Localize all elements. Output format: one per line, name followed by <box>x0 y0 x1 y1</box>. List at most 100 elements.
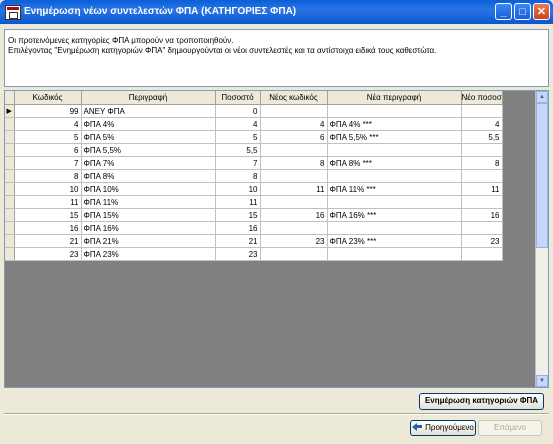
cell-description[interactable]: ΦΠΑ 5,5% <box>81 143 216 157</box>
cell-rate[interactable]: 5 <box>215 130 261 144</box>
cell-code[interactable]: 7 <box>14 156 82 170</box>
table-row[interactable]: 10 ΦΠΑ 10% 10 11 ΦΠΑ 11% *** 11 <box>5 182 503 196</box>
cell-code[interactable]: 23 <box>14 247 82 261</box>
table-row[interactable]: 6 ΦΠΑ 5,5% 5,5 <box>5 143 503 157</box>
cell-code[interactable]: 5 <box>14 130 82 144</box>
cell-rate[interactable]: 16 <box>215 221 261 235</box>
vertical-scrollbar[interactable]: ▲ ▼ <box>535 91 548 387</box>
cell-new-rate[interactable]: 11 <box>461 182 503 196</box>
close-button[interactable]: ✕ <box>533 3 550 20</box>
previous-button[interactable]: Προηγούμενο <box>410 420 476 436</box>
table-row[interactable]: 15 ΦΠΑ 15% 15 16 ΦΠΑ 16% *** 16 <box>5 208 503 222</box>
cell-new-description[interactable] <box>327 143 462 157</box>
cell-code[interactable]: 15 <box>14 208 82 222</box>
row-selector[interactable] <box>5 130 15 144</box>
column-header-rate[interactable]: Ποσοστό <box>215 91 261 105</box>
cell-code[interactable]: 21 <box>14 234 82 248</box>
cell-code[interactable]: 11 <box>14 195 82 209</box>
cell-new-rate[interactable] <box>461 247 503 261</box>
cell-new-description[interactable]: ΦΠΑ 23% *** <box>327 234 462 248</box>
cell-description[interactable]: ΦΠΑ 15% <box>81 208 216 222</box>
vat-categories-grid[interactable]: Κωδικός Περιγραφή Ποσοστό Νέος κωδικός Ν… <box>4 90 549 388</box>
cell-new-rate[interactable]: 23 <box>461 234 503 248</box>
table-row[interactable]: 21 ΦΠΑ 21% 21 23 ΦΠΑ 23% *** 23 <box>5 234 503 248</box>
cell-new-description[interactable]: ΦΠΑ 11% *** <box>327 182 462 196</box>
cell-new-description[interactable] <box>327 104 462 118</box>
row-selector[interactable] <box>5 234 15 248</box>
cell-code[interactable]: 8 <box>14 169 82 183</box>
cell-description[interactable]: ΦΠΑ 23% <box>81 247 216 261</box>
table-row[interactable]: 23 ΦΠΑ 23% 23 <box>5 247 503 261</box>
table-row[interactable]: 8 ΦΠΑ 8% 8 <box>5 169 503 183</box>
cell-rate[interactable]: 15 <box>215 208 261 222</box>
cell-code[interactable]: 4 <box>14 117 82 131</box>
cell-new-rate[interactable] <box>461 221 503 235</box>
cell-new-rate[interactable]: 5,5 <box>461 130 503 144</box>
row-selector[interactable] <box>5 169 15 183</box>
cell-new-code[interactable]: 6 <box>260 130 328 144</box>
cell-description[interactable]: ΦΠΑ 16% <box>81 221 216 235</box>
cell-new-code[interactable]: 23 <box>260 234 328 248</box>
column-header-new-description[interactable]: Νέα περιγραφή <box>327 91 462 105</box>
table-row[interactable]: ▶ 99 ΑΝΕΥ ΦΠΑ 0 <box>5 104 503 118</box>
cell-new-code[interactable] <box>260 195 328 209</box>
row-selector[interactable] <box>5 182 15 196</box>
cell-description[interactable]: ΦΠΑ 5% <box>81 130 216 144</box>
cell-code[interactable]: 16 <box>14 221 82 235</box>
cell-new-description[interactable]: ΦΠΑ 16% *** <box>327 208 462 222</box>
cell-rate[interactable]: 5,5 <box>215 143 261 157</box>
cell-new-description[interactable] <box>327 169 462 183</box>
row-selector[interactable] <box>5 247 15 261</box>
cell-new-code[interactable] <box>260 143 328 157</box>
current-row-indicator-icon[interactable]: ▶ <box>5 104 15 118</box>
cell-rate[interactable]: 8 <box>215 169 261 183</box>
row-selector[interactable] <box>5 195 15 209</box>
cell-rate[interactable]: 0 <box>215 104 261 118</box>
cell-new-code[interactable] <box>260 221 328 235</box>
table-row[interactable]: 7 ΦΠΑ 7% 7 8 ΦΠΑ 8% *** 8 <box>5 156 503 170</box>
cell-code[interactable]: 99 <box>14 104 82 118</box>
update-vat-categories-button[interactable]: Ενημέρωση κατηγοριών ΦΠΑ <box>419 393 544 410</box>
cell-new-description[interactable] <box>327 195 462 209</box>
row-selector[interactable] <box>5 221 15 235</box>
column-header-new-code[interactable]: Νέος κωδικός <box>260 91 328 105</box>
cell-new-code[interactable]: 4 <box>260 117 328 131</box>
cell-rate[interactable]: 7 <box>215 156 261 170</box>
cell-new-description[interactable]: ΦΠΑ 4% *** <box>327 117 462 131</box>
cell-code[interactable]: 10 <box>14 182 82 196</box>
cell-new-rate[interactable]: 4 <box>461 117 503 131</box>
column-header-code[interactable]: Κωδικός <box>14 91 82 105</box>
scroll-thumb[interactable] <box>536 103 548 248</box>
cell-new-rate[interactable] <box>461 143 503 157</box>
table-row[interactable]: 11 ΦΠΑ 11% 11 <box>5 195 503 209</box>
cell-new-code[interactable]: 11 <box>260 182 328 196</box>
cell-new-code[interactable] <box>260 104 328 118</box>
title-bar[interactable]: Ενημέρωση νέων συντελεστών ΦΠΑ (ΚΑΤΗΓΟΡΙ… <box>0 0 553 24</box>
cell-code[interactable]: 6 <box>14 143 82 157</box>
cell-rate[interactable]: 4 <box>215 117 261 131</box>
cell-new-description[interactable]: ΦΠΑ 8% *** <box>327 156 462 170</box>
cell-rate[interactable]: 23 <box>215 247 261 261</box>
cell-new-rate[interactable]: 8 <box>461 156 503 170</box>
cell-description[interactable]: ΦΠΑ 7% <box>81 156 216 170</box>
cell-new-code[interactable]: 8 <box>260 156 328 170</box>
cell-new-rate[interactable] <box>461 104 503 118</box>
cell-rate[interactable]: 11 <box>215 195 261 209</box>
row-selector[interactable] <box>5 156 15 170</box>
scroll-up-icon[interactable]: ▲ <box>536 91 548 103</box>
column-header-description[interactable]: Περιγραφή <box>81 91 216 105</box>
scroll-down-icon[interactable]: ▼ <box>536 375 548 387</box>
cell-new-rate[interactable]: 16 <box>461 208 503 222</box>
cell-new-code[interactable] <box>260 169 328 183</box>
cell-new-code[interactable] <box>260 247 328 261</box>
cell-description[interactable]: ΑΝΕΥ ΦΠΑ <box>81 104 216 118</box>
row-selector[interactable] <box>5 208 15 222</box>
cell-new-description[interactable] <box>327 221 462 235</box>
row-selector[interactable] <box>5 117 15 131</box>
cell-description[interactable]: ΦΠΑ 8% <box>81 169 216 183</box>
cell-description[interactable]: ΦΠΑ 21% <box>81 234 216 248</box>
cell-description[interactable]: ΦΠΑ 11% <box>81 195 216 209</box>
cell-new-rate[interactable] <box>461 195 503 209</box>
table-row[interactable]: 4 ΦΠΑ 4% 4 4 ΦΠΑ 4% *** 4 <box>5 117 503 131</box>
minimize-button[interactable]: _ <box>495 3 512 20</box>
